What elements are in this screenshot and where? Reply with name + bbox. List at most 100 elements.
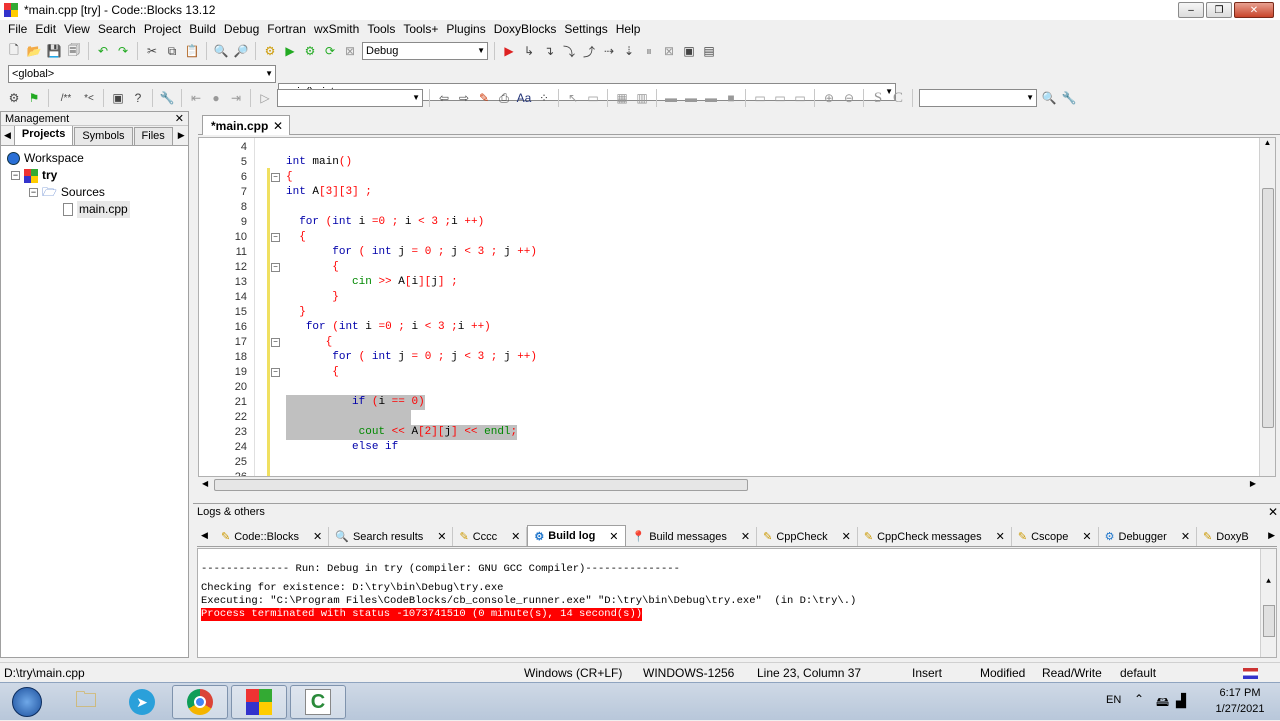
collapse-icon[interactable]: − <box>11 171 20 180</box>
font-icon[interactable]: Aa <box>516 90 532 106</box>
build-gear-icon[interactable]: ⚙ <box>262 43 278 59</box>
network-icon[interactable]: ▟ <box>1176 693 1186 709</box>
code-editor[interactable]: 4 5 int main() 6−{7 int A[3][3] ; 8 9 for (int… <box>198 137 1276 477</box>
logs-close-icon[interactable]: ✕ <box>1268 504 1278 520</box>
zoom-out-icon[interactable]: ⊖ <box>841 90 857 106</box>
rebuild-icon[interactable]: ⟳ <box>322 43 338 59</box>
scope-select[interactable]: <global> ▼ <box>8 65 276 83</box>
bookmark-icon[interactable]: ● <box>208 90 224 106</box>
pointer-icon[interactable]: ↖ <box>565 90 581 106</box>
underline-icon[interactable]: ✎ <box>476 90 492 106</box>
build-target-select[interactable]: Debug ▼ <box>362 42 488 60</box>
editor-horizontal-scrollbar[interactable]: ◀ ▶ <box>198 477 1260 493</box>
code-line[interactable]: 4 <box>199 140 1259 155</box>
new-file-icon[interactable]: 🗋 <box>6 43 22 59</box>
tab-search-results[interactable]: 🔍 Search results ✕ <box>329 527 454 546</box>
tab-build-log[interactable]: ⚙ Build log ✕ <box>527 525 626 546</box>
fold-toggle-icon[interactable]: − <box>271 263 280 272</box>
symbol-s-icon[interactable]: S <box>870 90 886 106</box>
doxy-help-icon[interactable]: ? <box>130 90 146 106</box>
tab-files[interactable]: Files <box>133 127 173 145</box>
pause-icon[interactable]: ⏸ <box>641 43 657 59</box>
start-button[interactable] <box>0 685 54 719</box>
taskbar-explorer[interactable]: 🗀 <box>58 685 114 719</box>
stop-debug-icon[interactable]: ⊠ <box>661 43 677 59</box>
close-button[interactable]: ✕ <box>1234 2 1274 18</box>
taskbar-codeblocks[interactable] <box>231 685 287 719</box>
tab-close-icon[interactable]: ✕ <box>1181 530 1190 543</box>
tab-symbols[interactable]: Symbols <box>74 127 133 145</box>
symbol-find-icon[interactable]: 🔍 <box>1041 90 1057 106</box>
menu-doxyblocks[interactable]: DoxyBlocks <box>490 20 561 39</box>
frame-b-icon[interactable]: ▭ <box>772 90 788 106</box>
menu-wxsmith[interactable]: wxSmith <box>310 20 363 39</box>
uncomment-icon[interactable]: *< <box>81 90 97 106</box>
editor-tab-close-icon[interactable]: ✕ <box>273 119 283 133</box>
tab-close-icon[interactable]: ✕ <box>511 530 520 543</box>
menu-build[interactable]: Build <box>185 20 220 39</box>
tree-project[interactable]: − try <box>7 167 188 184</box>
copy-icon[interactable]: ⧉ <box>164 43 180 59</box>
tab-debugger[interactable]: ⚙ Debugger ✕ <box>1099 527 1198 546</box>
taskbar-telegram[interactable]: ➤ <box>114 685 170 719</box>
code-line[interactable]: 23 cout << A[2][j] << endl; <box>199 425 1259 440</box>
frame-a-icon[interactable]: ▭ <box>752 90 768 106</box>
widget-a-icon[interactable]: ▬ <box>663 90 679 106</box>
tree-file[interactable]: main.cpp <box>7 201 188 218</box>
tab-cppcheck-messages[interactable]: ✎ CppCheck messages ✕ <box>858 527 1012 546</box>
code-line[interactable]: 6 −{ <box>199 170 1259 185</box>
logs-tabs-left-icon[interactable]: ◀ <box>201 530 208 541</box>
tab-cccc[interactable]: ✎ Cccc ✕ <box>453 527 528 546</box>
abort-icon[interactable]: ⊠ <box>342 43 358 59</box>
tab-close-icon[interactable]: ✕ <box>609 530 618 543</box>
search-combo[interactable]: ▼ <box>277 89 423 107</box>
menu-plugins[interactable]: Plugins <box>442 20 489 39</box>
menu-project[interactable]: Project <box>140 20 185 39</box>
step-into-icon[interactable]: ⤵ <box>561 43 577 59</box>
redo-icon[interactable]: ↷ <box>115 43 131 59</box>
menu-search[interactable]: Search <box>94 20 140 39</box>
undo-icon[interactable]: ↶ <box>95 43 111 59</box>
open-file-icon[interactable]: 📂 <box>26 43 42 59</box>
tab-close-icon[interactable]: ✕ <box>313 530 322 543</box>
menu-help[interactable]: Help <box>612 20 645 39</box>
tray-arrow-icon[interactable]: ⌃ <box>1134 692 1144 706</box>
editor-tab-main-cpp[interactable]: *main.cpp ✕ <box>202 115 290 135</box>
sparkle-icon[interactable]: ⁘ <box>536 90 552 106</box>
menu-debug[interactable]: Debug <box>220 20 263 39</box>
tab-close-icon[interactable]: ✕ <box>996 530 1005 543</box>
replace-icon[interactable]: 🔎 <box>233 43 249 59</box>
code-line[interactable]: 16 for (int i =0 ; i < 3 ;i ++) <box>199 320 1259 335</box>
tree-workspace[interactable]: Workspace <box>7 150 188 167</box>
editor-vertical-scrollbar[interactable]: ▲ <box>1259 138 1275 476</box>
collapse-icon[interactable]: − <box>29 188 38 197</box>
tab-projects[interactable]: Projects <box>13 125 74 145</box>
menu-tools-plus[interactable]: Tools+ <box>399 20 442 39</box>
arrow-right-icon[interactable]: ⇨ <box>456 90 472 106</box>
tabs-right-icon[interactable]: ▶ <box>174 130 185 145</box>
debug-windows-icon[interactable]: ▣ <box>681 43 697 59</box>
fold-toggle-icon[interactable]: − <box>271 173 280 182</box>
language-indicator[interactable]: EN <box>1106 694 1121 706</box>
fold-toggle-icon[interactable]: − <box>271 338 280 347</box>
code-line[interactable]: 15 } <box>199 305 1259 320</box>
debug-info-icon[interactable]: ▤ <box>701 43 717 59</box>
code-line[interactable]: 7 int A[3][3] ; <box>199 185 1259 200</box>
clock-date[interactable]: 1/27/2021 <box>1208 703 1272 715</box>
code-line[interactable]: 19 − { <box>199 365 1259 380</box>
print-icon[interactable]: ⎙ <box>496 90 512 106</box>
code-line[interactable]: 5 int main() <box>199 155 1259 170</box>
code-line[interactable]: 14 } <box>199 290 1259 305</box>
paste-icon[interactable]: 📋 <box>184 43 200 59</box>
code-line[interactable]: 21 if (i == 0) <box>199 395 1259 410</box>
next-line-icon[interactable]: ↴ <box>541 43 557 59</box>
tab-close-icon[interactable]: ✕ <box>1082 530 1091 543</box>
tray-device-icon[interactable]: 🖴 <box>1156 693 1169 715</box>
rect-icon[interactable]: ▭ <box>585 90 601 106</box>
tab-build-messages[interactable]: 📍 Build messages ✕ <box>626 527 758 546</box>
tab-codeblocks-log[interactable]: ✎ Code::Blocks ✕ <box>215 527 330 546</box>
cut-icon[interactable]: ✂ <box>144 43 160 59</box>
menu-tools[interactable]: Tools <box>363 20 399 39</box>
tab-close-icon[interactable]: ✕ <box>741 530 750 543</box>
code-line[interactable]: 8 <box>199 200 1259 215</box>
